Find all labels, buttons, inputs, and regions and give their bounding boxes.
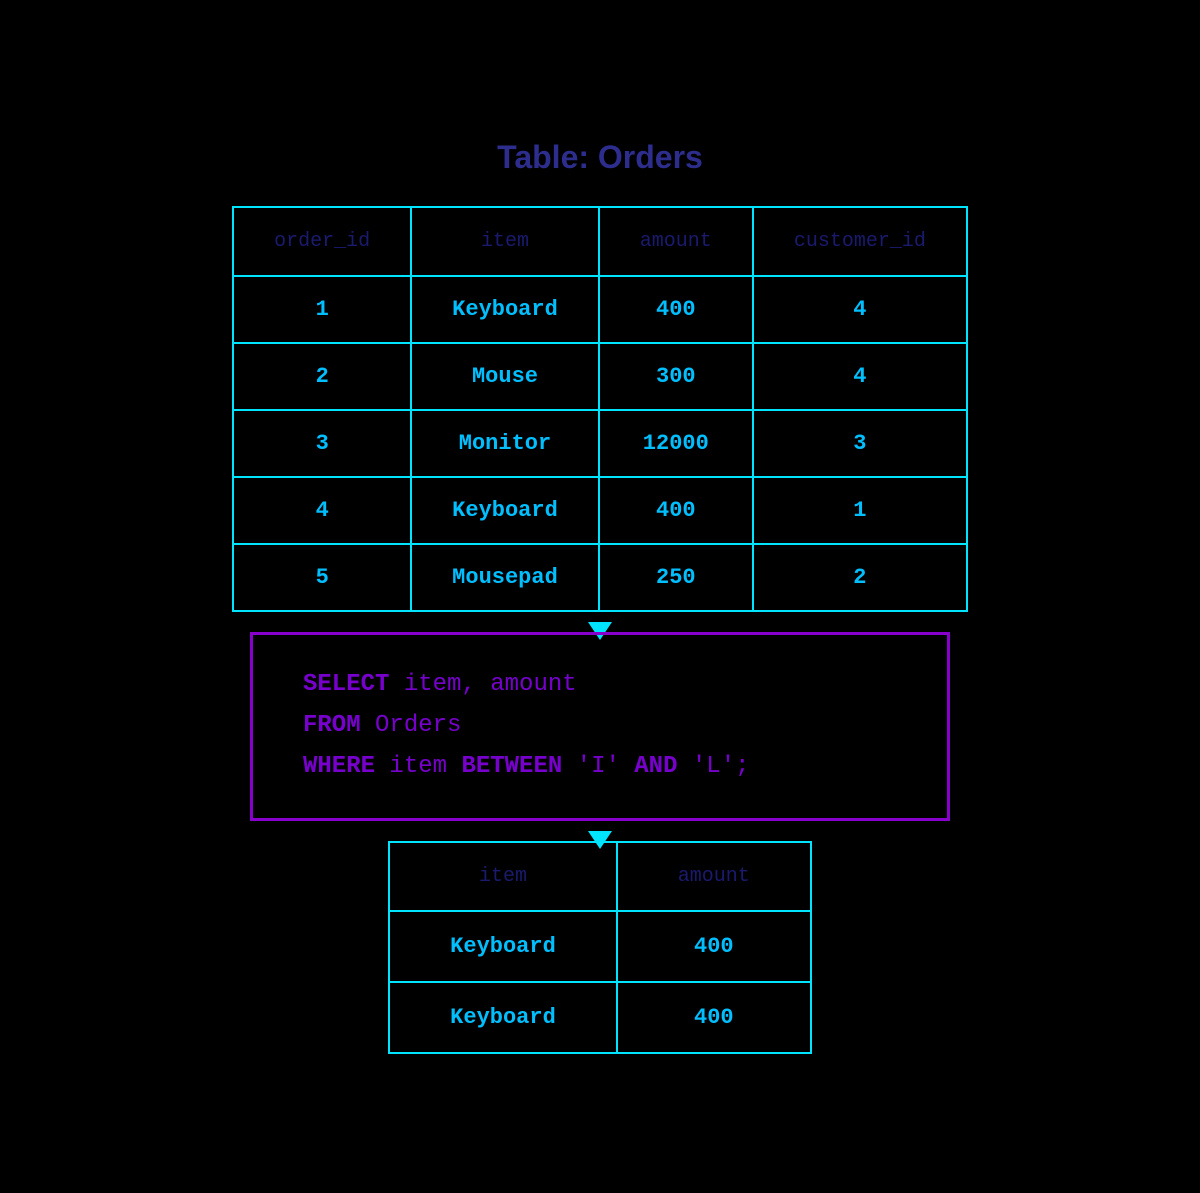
sql-query-box: SELECT item, amount FROM Orders WHERE it… bbox=[250, 632, 950, 820]
orders-cell-4-0: 5 bbox=[233, 544, 411, 611]
result-cell-1-1: 400 bbox=[617, 982, 811, 1053]
sql-line-3: WHERE item BETWEEN 'I' AND 'L'; bbox=[303, 747, 897, 788]
orders-cell-1-3: 4 bbox=[753, 343, 967, 410]
orders-cell-0-0: 1 bbox=[233, 276, 411, 343]
col-header-customer-id: customer_id bbox=[753, 207, 967, 276]
table-row: 2Mouse3004 bbox=[233, 343, 967, 410]
result-cell-0-1: 400 bbox=[617, 911, 811, 982]
result-col-amount: amount bbox=[617, 842, 811, 911]
main-container: Table: Orders order_id item amount custo… bbox=[232, 99, 968, 1093]
orders-cell-3-2: 400 bbox=[599, 477, 753, 544]
result-table: item amount Keyboard400Keyboard400 bbox=[388, 841, 812, 1054]
orders-cell-2-0: 3 bbox=[233, 410, 411, 477]
keyword-where: WHERE bbox=[303, 753, 375, 780]
orders-cell-4-3: 2 bbox=[753, 544, 967, 611]
orders-cell-1-0: 2 bbox=[233, 343, 411, 410]
result-row: Keyboard400 bbox=[389, 982, 811, 1053]
keyword-between: BETWEEN bbox=[461, 753, 562, 780]
result-row: Keyboard400 bbox=[389, 911, 811, 982]
keyword-and: AND bbox=[634, 753, 677, 780]
orders-cell-3-3: 1 bbox=[753, 477, 967, 544]
sql-where-col: item bbox=[375, 753, 461, 780]
keyword-select: SELECT bbox=[303, 671, 389, 698]
table-row: 5Mousepad2502 bbox=[233, 544, 967, 611]
orders-cell-4-2: 250 bbox=[599, 544, 753, 611]
orders-cell-0-1: Keyboard bbox=[411, 276, 599, 343]
orders-cell-1-1: Mouse bbox=[411, 343, 599, 410]
page-title: Table: Orders bbox=[497, 139, 703, 176]
orders-cell-2-2: 12000 bbox=[599, 410, 753, 477]
orders-cell-4-1: Mousepad bbox=[411, 544, 599, 611]
sql-line-1: SELECT item, amount bbox=[303, 665, 897, 706]
result-cell-0-0: Keyboard bbox=[389, 911, 617, 982]
orders-cell-0-2: 400 bbox=[599, 276, 753, 343]
result-cell-1-0: Keyboard bbox=[389, 982, 617, 1053]
keyword-from: FROM bbox=[303, 712, 361, 739]
col-header-item: item bbox=[411, 207, 599, 276]
orders-cell-3-1: Keyboard bbox=[411, 477, 599, 544]
table-row: 3Monitor120003 bbox=[233, 410, 967, 477]
orders-cell-1-2: 300 bbox=[599, 343, 753, 410]
sql-val1: 'I' bbox=[562, 753, 634, 780]
table-row: 1Keyboard4004 bbox=[233, 276, 967, 343]
sql-select-cols: item, amount bbox=[389, 671, 576, 698]
orders-cell-2-1: Monitor bbox=[411, 410, 599, 477]
table-row: 4Keyboard4001 bbox=[233, 477, 967, 544]
col-header-amount: amount bbox=[599, 207, 753, 276]
orders-cell-0-3: 4 bbox=[753, 276, 967, 343]
orders-cell-2-3: 3 bbox=[753, 410, 967, 477]
orders-table: order_id item amount customer_id 1Keyboa… bbox=[232, 206, 968, 612]
sql-val2: 'L'; bbox=[678, 753, 750, 780]
orders-cell-3-0: 4 bbox=[233, 477, 411, 544]
sql-from-table: Orders bbox=[361, 712, 462, 739]
result-col-item: item bbox=[389, 842, 617, 911]
col-header-order-id: order_id bbox=[233, 207, 411, 276]
sql-line-2: FROM Orders bbox=[303, 706, 897, 747]
